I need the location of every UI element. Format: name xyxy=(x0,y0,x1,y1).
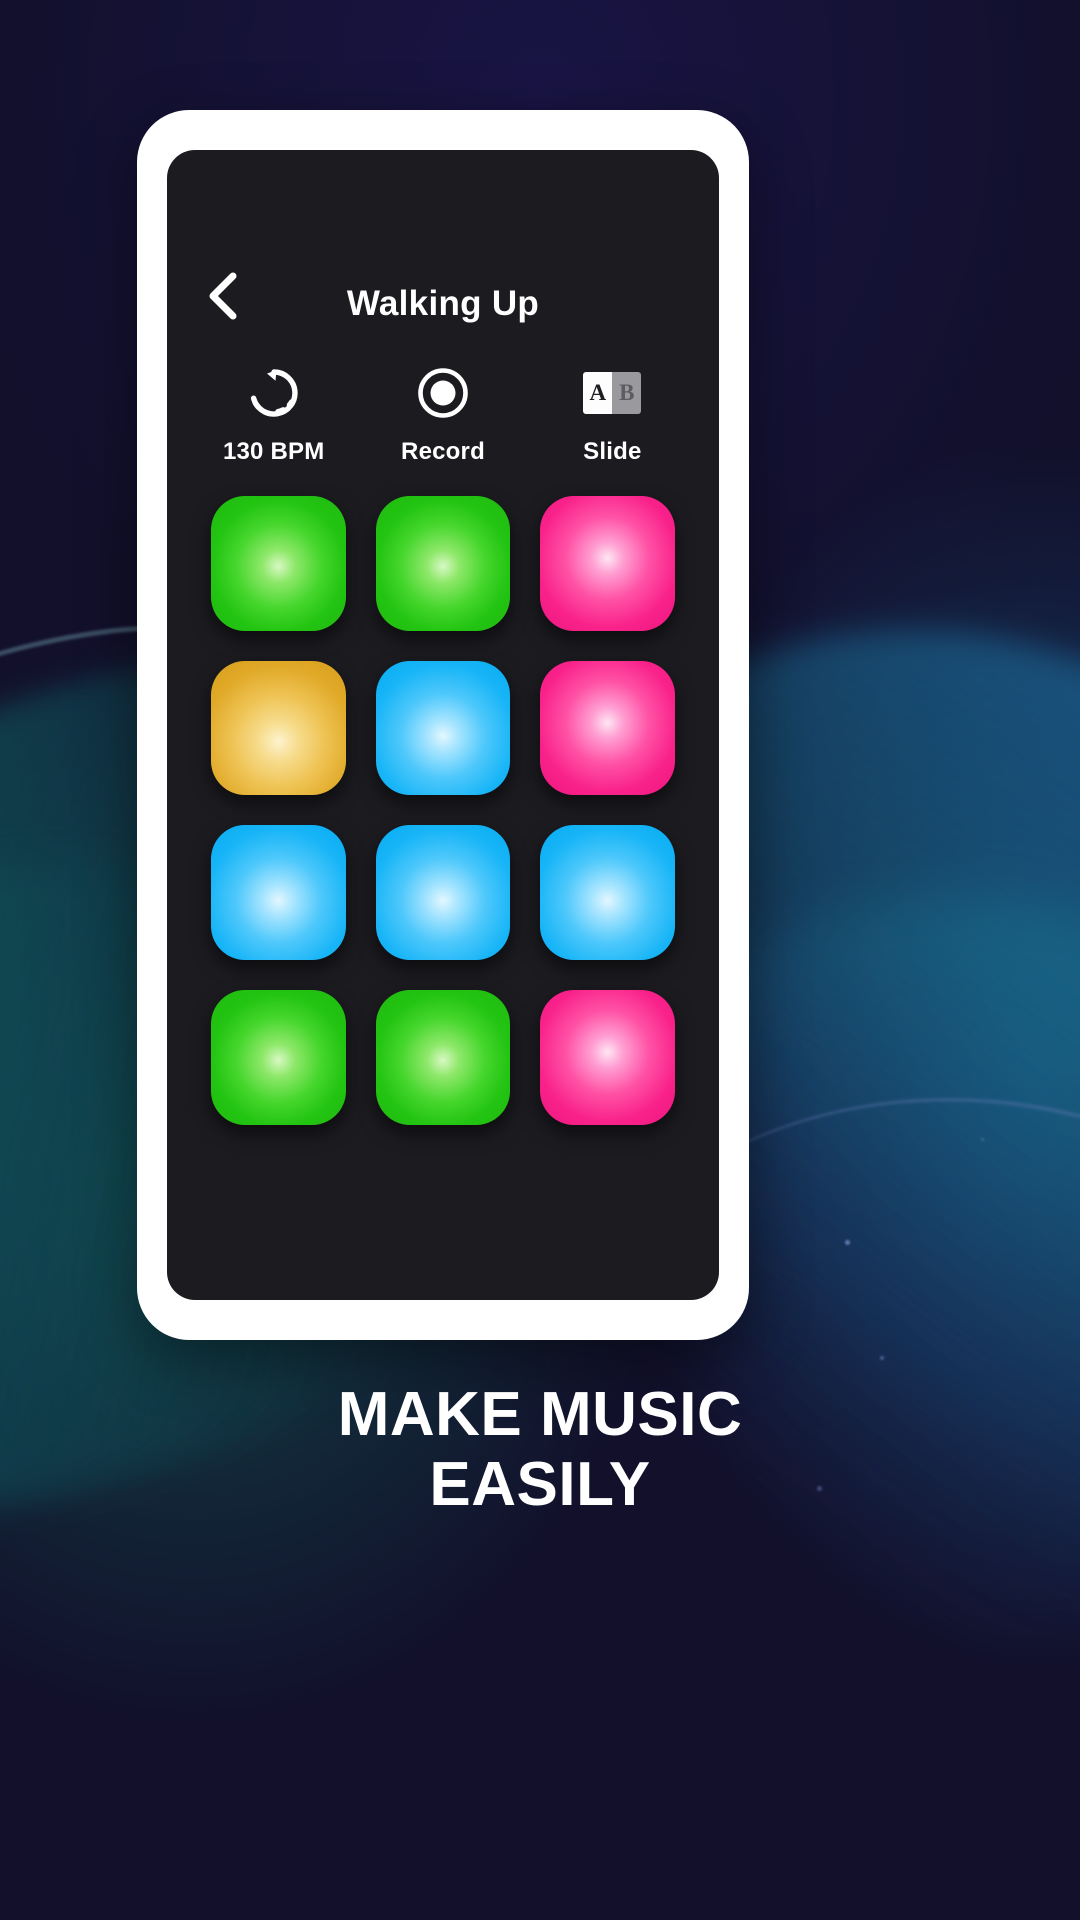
pad-button-11[interactable] xyxy=(375,990,511,1125)
pad-grid xyxy=(167,490,719,1125)
caption-line-1: MAKE MUSIC xyxy=(337,1380,743,1449)
pad-button-4[interactable] xyxy=(211,660,346,796)
phone-mockup-frame: Walking Up 130 BPM Record A B Slide xyxy=(137,110,749,1340)
transport-toolbar: 130 BPM Record A B Slide xyxy=(167,350,719,490)
background-sparkle xyxy=(845,1240,850,1245)
phone-screen: Walking Up 130 BPM Record A B Slide xyxy=(167,150,719,1300)
record-button[interactable]: Record xyxy=(358,362,527,466)
pad-button-8[interactable] xyxy=(375,825,511,961)
pad-button-7[interactable] xyxy=(211,825,346,961)
record-label: Record xyxy=(401,438,485,465)
back-button[interactable] xyxy=(205,268,257,324)
pad-button-6[interactable] xyxy=(540,660,676,796)
slide-label: Slide xyxy=(583,438,642,465)
bpm-label: 130 BPM xyxy=(222,438,325,465)
slide-cell-b: B xyxy=(612,372,642,414)
pad-button-9[interactable] xyxy=(540,825,676,961)
promo-caption: MAKE MUSIC EASILY xyxy=(0,1380,1080,1520)
pad-button-3[interactable] xyxy=(540,496,676,631)
pad-button-2[interactable] xyxy=(375,496,511,631)
slide-button[interactable]: A B Slide xyxy=(528,362,697,466)
app-header: Walking Up xyxy=(167,150,719,350)
page-title: Walking Up xyxy=(346,284,540,323)
bpm-button[interactable]: 130 BPM xyxy=(189,362,358,466)
background-sparkle xyxy=(880,1356,884,1360)
chevron-left-icon xyxy=(209,272,237,320)
loop-refresh-icon xyxy=(245,362,303,424)
slide-cell-a: A xyxy=(583,372,613,414)
pad-button-12[interactable] xyxy=(540,990,676,1125)
caption-line-2: EASILY xyxy=(429,1450,651,1519)
pad-button-1[interactable] xyxy=(211,496,346,631)
ab-slide-icon: A B xyxy=(583,362,642,424)
pad-button-5[interactable] xyxy=(375,660,511,796)
background-sparkle xyxy=(981,1138,984,1141)
pad-button-10[interactable] xyxy=(211,990,346,1125)
record-circle-icon xyxy=(414,362,472,424)
